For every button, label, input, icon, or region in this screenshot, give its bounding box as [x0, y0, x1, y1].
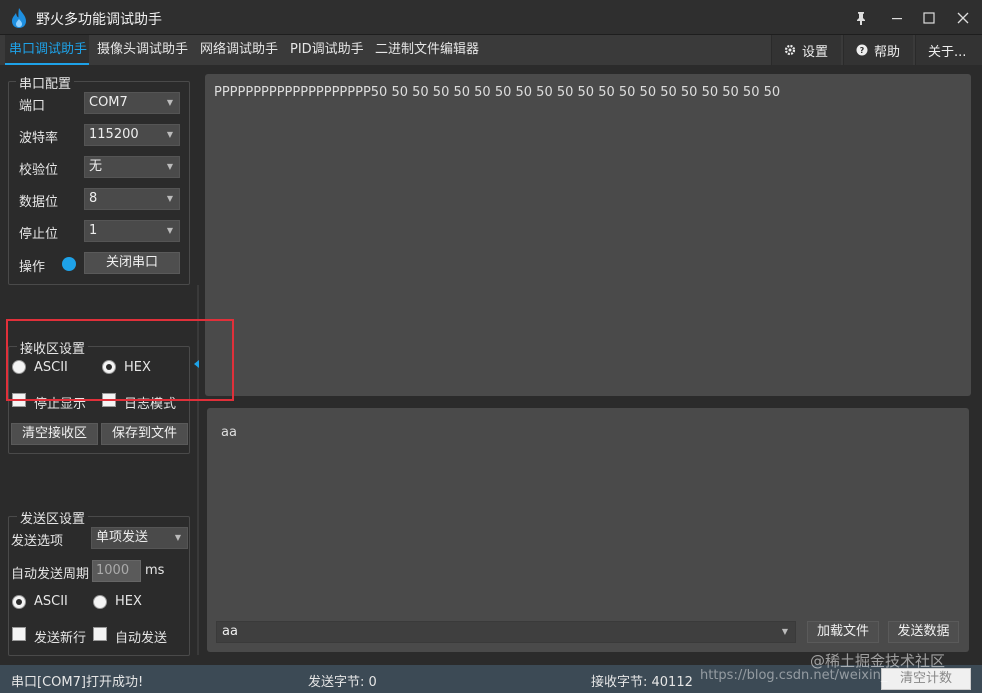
- log-mode-checkbox[interactable]: [102, 393, 116, 407]
- send-history-value: aa: [222, 624, 238, 639]
- chevron-down-icon: ▼: [166, 98, 173, 107]
- port-label: 端口: [19, 99, 46, 114]
- send-ascii-radio[interactable]: [12, 595, 26, 609]
- settings-label: 设置: [802, 44, 829, 60]
- operation-label: 操作: [19, 260, 46, 275]
- port-value: COM7: [89, 95, 128, 110]
- close-port-button[interactable]: 关闭串口: [84, 252, 180, 274]
- tab-serial[interactable]: 串口调试助手: [5, 35, 89, 65]
- parity-label: 校验位: [19, 163, 59, 178]
- send-history-select[interactable]: aa ▼: [216, 621, 796, 643]
- databits-select[interactable]: 8 ▼: [84, 188, 180, 210]
- recv-ascii-label: ASCII: [34, 360, 68, 375]
- log-mode-label: 日志模式: [124, 397, 177, 412]
- send-option-label: 发送选项: [11, 534, 64, 549]
- maximize-button[interactable]: [914, 4, 944, 32]
- status-message: 串口[COM7]打开成功!: [11, 675, 144, 690]
- stopbits-value: 1: [89, 223, 98, 238]
- gear-icon: [784, 44, 796, 56]
- databits-label: 数据位: [19, 195, 59, 210]
- collapse-arrow-icon[interactable]: [194, 360, 199, 368]
- period-unit: ms: [145, 563, 165, 578]
- send-option-value: 单项发送: [96, 530, 149, 545]
- recv-hex-radio[interactable]: [102, 360, 116, 374]
- minimize-button[interactable]: [882, 4, 912, 32]
- tab-binary-editor[interactable]: 二进制文件编辑器: [371, 35, 483, 65]
- chevron-down-icon: ▼: [166, 226, 173, 235]
- recv-settings-title: 接收区设置: [17, 338, 89, 357]
- clear-recv-button[interactable]: 清空接收区: [11, 423, 98, 445]
- sent-bytes: 发送字节: 0: [308, 675, 377, 690]
- baud-select[interactable]: 115200 ▼: [84, 124, 180, 146]
- stop-display-label: 停止显示: [34, 397, 87, 412]
- clear-count-button[interactable]: 清空计数: [881, 668, 971, 690]
- auto-period-input[interactable]: 1000: [92, 560, 141, 582]
- chevron-down-icon: ▼: [166, 162, 173, 171]
- send-settings-title: 发送区设置: [17, 508, 89, 527]
- baud-value: 115200: [89, 127, 139, 142]
- flame-icon: [12, 8, 26, 28]
- pin-icon[interactable]: [846, 4, 876, 32]
- port-status-indicator: [62, 257, 76, 271]
- send-hex-radio[interactable]: [93, 595, 107, 609]
- load-file-button[interactable]: 加载文件: [807, 621, 879, 643]
- help-label: 帮助: [874, 44, 901, 60]
- send-text: aa: [221, 425, 237, 440]
- send-area[interactable]: [207, 408, 969, 652]
- receive-text: PPPPPPPPPPPPPPPPPPPP50 50 50 50 50 50 50…: [214, 85, 781, 100]
- send-hex-label: HEX: [115, 594, 142, 609]
- recv-ascii-radio[interactable]: [12, 360, 26, 374]
- receive-area[interactable]: [205, 74, 971, 396]
- stopbits-select[interactable]: 1 ▼: [84, 220, 180, 242]
- auto-send-checkbox[interactable]: [93, 627, 107, 641]
- send-ascii-label: ASCII: [34, 594, 68, 609]
- tab-camera[interactable]: 摄像头调试助手: [93, 35, 192, 65]
- auto-send-label: 自动发送: [115, 631, 168, 646]
- send-newline-checkbox[interactable]: [12, 627, 26, 641]
- chevron-down-icon: ▼: [174, 533, 181, 542]
- stopbits-label: 停止位: [19, 227, 59, 242]
- panel-splitter[interactable]: [197, 285, 199, 655]
- baud-label: 波特率: [19, 131, 59, 146]
- tab-pid[interactable]: PID调试助手: [286, 35, 368, 65]
- parity-value: 无: [89, 159, 103, 174]
- received-bytes: 接收字节: 40112: [591, 675, 693, 690]
- settings-button[interactable]: 设置: [771, 35, 841, 65]
- watermark: @稀土掘金技术社区: [810, 652, 946, 670]
- stop-display-checkbox[interactable]: [12, 393, 26, 407]
- tab-network[interactable]: 网络调试助手: [196, 35, 282, 65]
- port-select[interactable]: COM7 ▼: [84, 92, 180, 114]
- recv-hex-label: HEX: [124, 360, 151, 375]
- serial-config-title: 串口配置: [16, 73, 75, 92]
- databits-value: 8: [89, 191, 98, 206]
- parity-select[interactable]: 无 ▼: [84, 156, 180, 178]
- svg-text:?: ?: [860, 46, 865, 55]
- window-title: 野火多功能调试助手: [36, 12, 162, 28]
- help-icon: ?: [856, 44, 868, 56]
- chevron-down-icon: ▼: [781, 627, 788, 636]
- save-to-file-button[interactable]: 保存到文件: [101, 423, 188, 445]
- close-button[interactable]: [948, 4, 978, 32]
- chevron-down-icon: ▼: [166, 130, 173, 139]
- about-label: 关于...: [928, 44, 967, 60]
- send-newline-label: 发送新行: [34, 631, 87, 646]
- help-button[interactable]: ? 帮助: [843, 35, 913, 65]
- send-option-select[interactable]: 单项发送 ▼: [91, 527, 188, 549]
- send-data-button[interactable]: 发送数据: [888, 621, 959, 643]
- chevron-down-icon: ▼: [166, 194, 173, 203]
- auto-period-label: 自动发送周期: [11, 567, 90, 582]
- about-button[interactable]: 关于...: [915, 35, 982, 65]
